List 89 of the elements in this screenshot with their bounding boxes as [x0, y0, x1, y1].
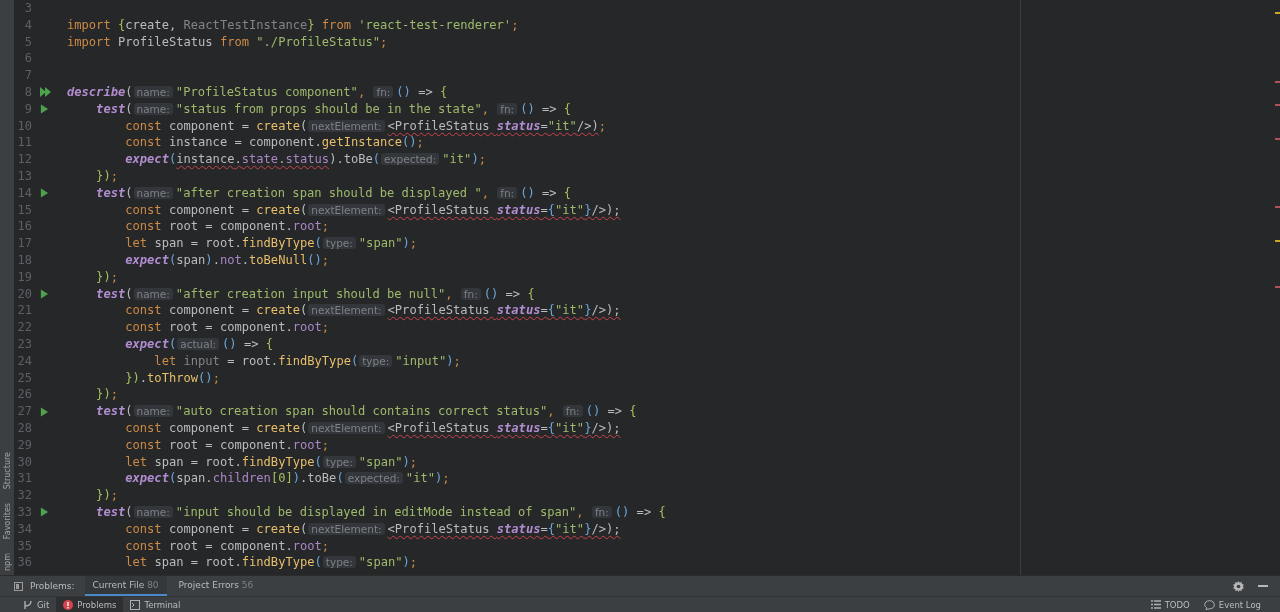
- line-number: 28: [16, 419, 32, 437]
- code-line: const root = component.root;: [124, 537, 330, 555]
- panel-tab[interactable]: Project Errors 56: [170, 576, 262, 596]
- code-line: const root = component.root;: [124, 218, 330, 236]
- code-line: const component = create( nextElement: <ProfileStatus status={"it"}/>);: [124, 419, 621, 437]
- line-number: 11: [16, 134, 32, 152]
- line-number: 21: [16, 302, 32, 320]
- code-line: test( name: "status from props should be in the state", fn: () => {: [95, 100, 572, 118]
- code-line: const component = create( nextElement: <ProfileStatus status={"it"}/>);: [124, 201, 621, 219]
- code-line: });: [95, 268, 118, 286]
- line-number: 15: [16, 201, 32, 219]
- list-icon: [1150, 600, 1161, 609]
- terminal-icon: [130, 599, 141, 610]
- code-line: expect(instance.state.status).toBe( expected: "it");: [124, 151, 486, 168]
- line-number: 8: [23, 84, 32, 101]
- code-line: });: [95, 487, 118, 504]
- tool-tab[interactable]: Event Log: [1196, 597, 1268, 612]
- tool-tab[interactable]: TODO: [1143, 597, 1197, 612]
- line-number: 10: [16, 117, 32, 135]
- line-number: 4: [23, 16, 32, 34]
- code-line: let span = root.findByType( type: "span");: [124, 453, 418, 471]
- line-number: 13: [16, 167, 32, 185]
- line-number: 20: [16, 285, 32, 303]
- code-line: test( name: "input should be displayed in editMode instead of span", fn: () => {: [95, 503, 666, 521]
- error-icon: [63, 599, 74, 610]
- code-line: import {create, ReactTestInstance} from 'react-test-renderer';: [67, 16, 519, 34]
- run-icon[interactable]: [40, 188, 49, 199]
- run-icon[interactable]: [40, 288, 49, 299]
- panel-tab[interactable]: Current File 80: [84, 576, 167, 596]
- code-line: const root = component.root;: [124, 319, 330, 336]
- tool-tab[interactable]: Problems: [56, 597, 124, 612]
- run-icon[interactable]: [40, 104, 49, 115]
- code-line: });: [95, 386, 118, 404]
- code-line: const root = component.root;: [124, 436, 330, 454]
- settings-icon[interactable]: [1233, 580, 1244, 592]
- line-number: 19: [16, 268, 32, 286]
- code-line: const component = create( nextElement: <ProfileStatus status={"it"}/>);: [124, 302, 621, 320]
- line-number: 9: [23, 100, 32, 118]
- line-number: 17: [16, 235, 32, 252]
- tool-window-tab[interactable]: Favorites: [2, 502, 12, 540]
- code-line: expect(span).not.toBeNull();: [124, 251, 330, 269]
- speech-bubble-icon: [1203, 599, 1215, 610]
- code-line: import ProfileStatus from "./ProfileStatus";: [67, 33, 388, 51]
- line-number: 32: [16, 487, 32, 504]
- line-number: 26: [16, 386, 32, 404]
- code-line: test( name: "auto creation span should contains correct status", fn: () => {: [95, 403, 637, 420]
- line-number: 22: [16, 319, 32, 336]
- line-number: 3: [23, 0, 32, 17]
- tool-tab[interactable]: Terminal: [123, 597, 188, 612]
- line-number: 29: [16, 436, 32, 454]
- code-line: const component = create( nextElement: <ProfileStatus status="it"/>);: [124, 117, 606, 135]
- code-line: describe( name: "ProfileStatus component", fn: () => {: [67, 84, 448, 101]
- code-line: const instance = component.getInstance();: [124, 134, 424, 152]
- run-all-icon[interactable]: [40, 87, 52, 98]
- run-icon[interactable]: [40, 507, 49, 518]
- line-number: 18: [16, 251, 32, 269]
- line-number: 12: [16, 151, 32, 168]
- line-number: 27: [16, 403, 32, 420]
- code-line: test( name: "after creation input should be null", fn: () => {: [95, 285, 535, 303]
- line-number: 24: [16, 352, 32, 370]
- line-number: 36: [16, 554, 32, 572]
- tool-window-tab[interactable]: npm: [2, 553, 12, 571]
- code-line: expect(span.children[0]).toBe( expected: "it");: [124, 470, 450, 488]
- line-number: 6: [23, 50, 32, 68]
- line-number: 33: [16, 503, 32, 521]
- code-line: }).toThrow();: [124, 369, 220, 387]
- tool-tab[interactable]: Git: [16, 597, 57, 612]
- code-line: const component = create( nextElement: <ProfileStatus status={"it"}/>);: [124, 520, 621, 538]
- code-line: expect( actual: () => {: [124, 335, 274, 353]
- line-number: 23: [16, 335, 32, 353]
- code-line: let span = root.findByType( type: "span");: [124, 235, 418, 252]
- code-line: });: [95, 167, 118, 185]
- line-number: 30: [16, 453, 32, 471]
- line-number: 34: [16, 520, 32, 538]
- tool-window-tab[interactable]: Structure: [2, 451, 12, 489]
- code-line: let input = root.findByType( type: "input");: [153, 352, 461, 370]
- line-number: 31: [16, 470, 32, 488]
- code-line: test( name: "after creation span should be displayed ", fn: () => {: [95, 184, 572, 202]
- run-icon[interactable]: [40, 406, 49, 417]
- line-number: 35: [16, 537, 32, 555]
- line-number: 5: [23, 33, 32, 51]
- line-number: 25: [16, 369, 32, 387]
- code-line: let span = root.findByType( type: "span");: [124, 554, 418, 572]
- panel-icon: [14, 581, 23, 591]
- line-number: 14: [16, 184, 32, 202]
- branch-icon: [23, 599, 33, 610]
- panel-title: Problems:: [30, 581, 75, 591]
- line-number: 16: [16, 218, 32, 236]
- line-number: 7: [23, 67, 32, 84]
